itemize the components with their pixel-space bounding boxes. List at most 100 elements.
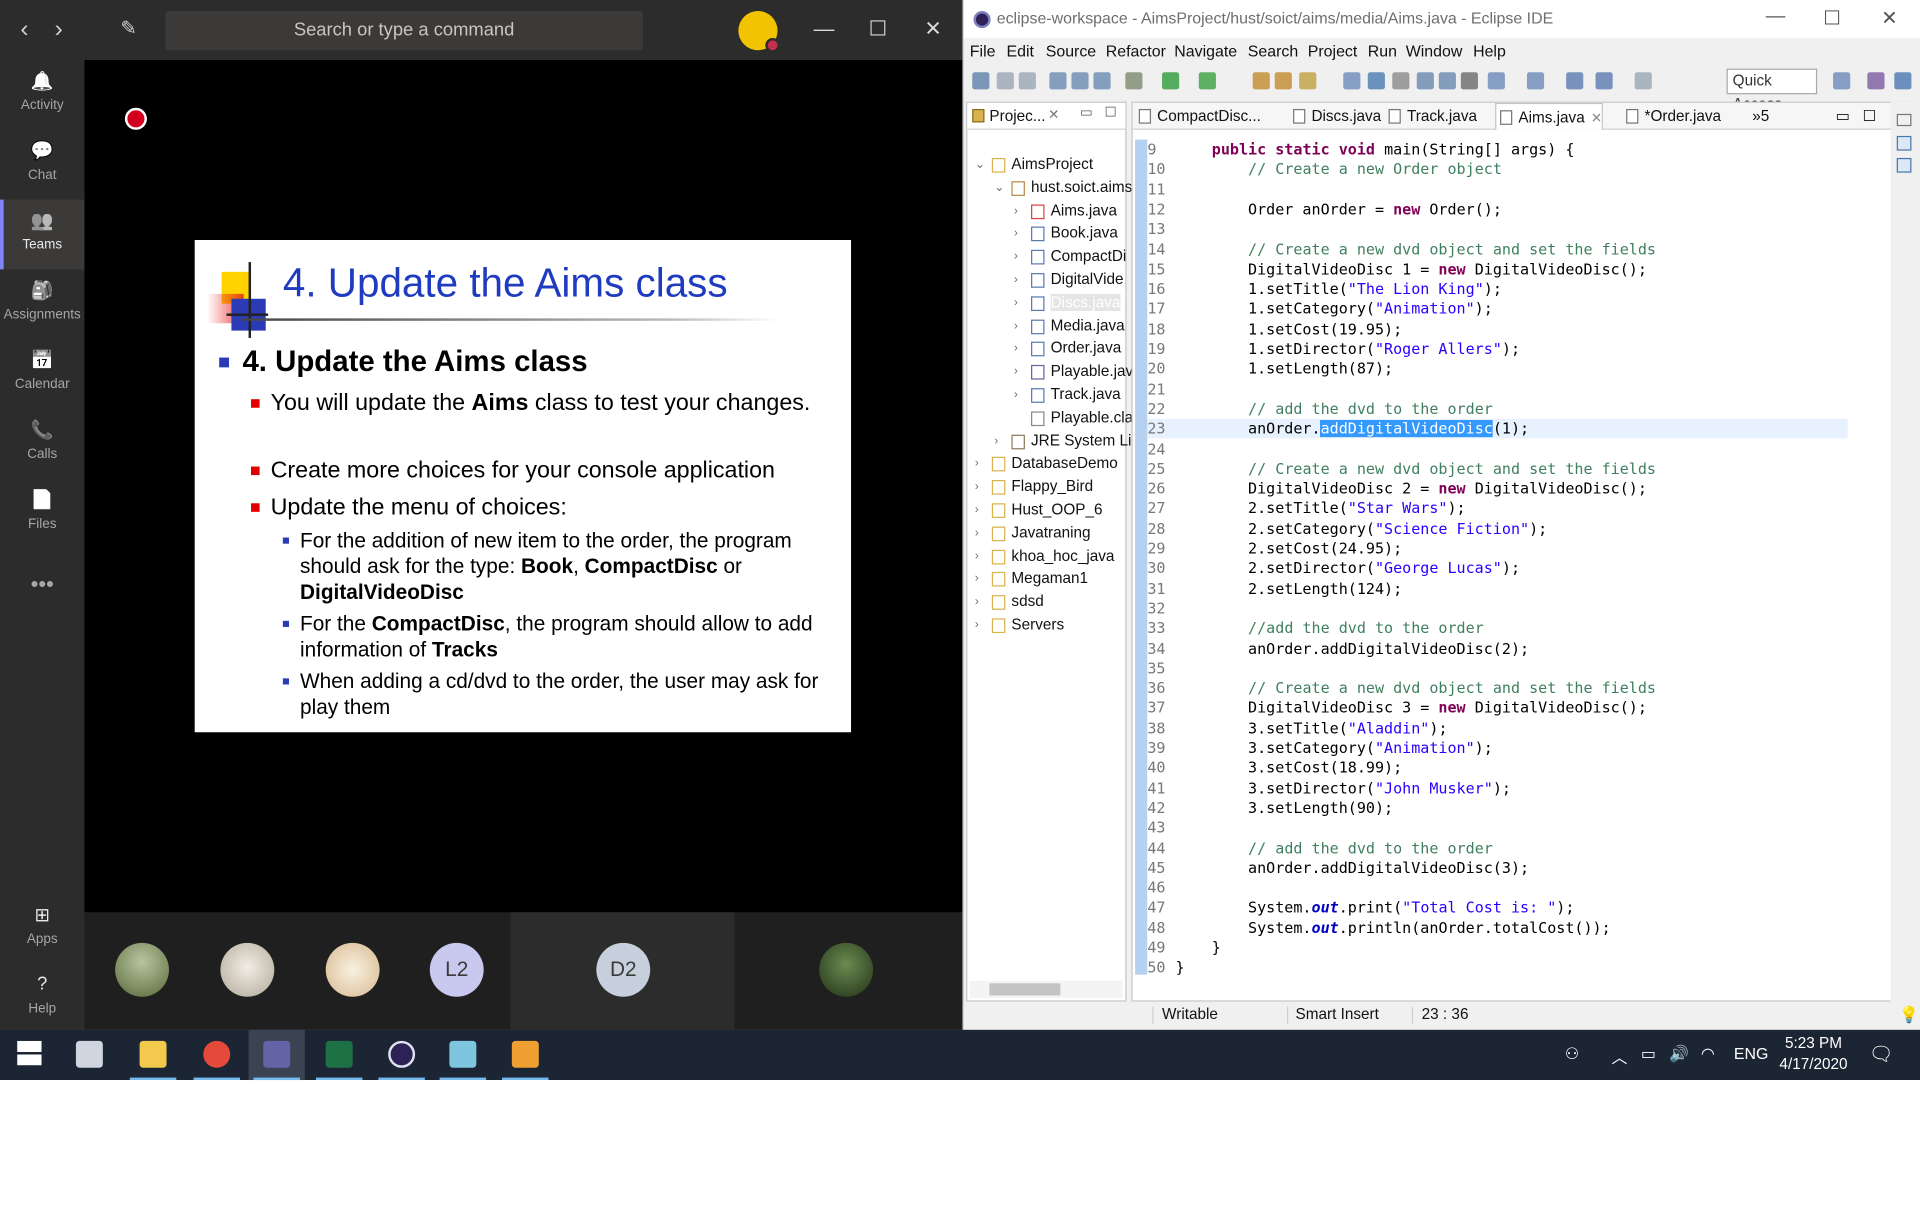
participant-avatar[interactable]	[220, 942, 275, 997]
taskbar-app[interactable]	[61, 1030, 117, 1080]
search-icon[interactable]	[1093, 72, 1111, 90]
java-perspective-icon[interactable]	[1867, 72, 1885, 90]
toggle-breadcrumb-icon[interactable]	[1343, 72, 1361, 90]
rail-item-teams[interactable]: 👥 Teams	[0, 199, 85, 270]
code-line[interactable]: 13	[1147, 219, 1847, 239]
expand-arrow-icon[interactable]: ›	[975, 618, 979, 631]
code-area[interactable]: 9 public static void main(String[] args)…	[1147, 139, 1848, 975]
code-line[interactable]: 34 anOrder.addDigitalVideoDisc(2);	[1147, 639, 1847, 659]
code-line[interactable]: 17 1.setCategory("Animation");	[1147, 299, 1847, 319]
block-select-icon[interactable]	[1392, 72, 1410, 90]
code-line[interactable]: 35	[1147, 659, 1847, 679]
next-edit-icon[interactable]	[1487, 72, 1505, 90]
open-project-icon[interactable]	[1274, 72, 1292, 90]
code-line[interactable]: 29 2.setCost(24.95);	[1147, 539, 1847, 559]
participant-avatar-d2[interactable]: D2	[596, 942, 651, 997]
code-line[interactable]: 31 2.setLength(124);	[1147, 579, 1847, 599]
expand-arrow-icon[interactable]: ›	[1014, 227, 1018, 240]
tab-aims-java[interactable]: Aims.java ✕	[1495, 102, 1604, 130]
expand-arrow-icon[interactable]: ›	[975, 503, 979, 516]
code-line[interactable]: 20 1.setLength(87);	[1147, 359, 1847, 379]
close-icon[interactable]: ✕	[917, 15, 949, 44]
forward-icon[interactable]: ›	[47, 15, 71, 44]
tip-lightbulb-icon[interactable]: 💡	[1899, 1005, 1919, 1025]
save-icon[interactable]	[996, 72, 1014, 90]
taskbar-app[interactable]	[189, 1030, 245, 1081]
people-icon[interactable]: ⚇	[1565, 1044, 1579, 1064]
system-clock[interactable]: 5:23 PM 4/17/2020	[1766, 1033, 1862, 1075]
scrollbar-thumb[interactable]	[989, 983, 1061, 996]
code-line[interactable]: 39 3.setCategory("Animation");	[1147, 738, 1847, 758]
taskbar-app[interactable]	[125, 1030, 181, 1081]
menu-navigate[interactable]: Navigate	[1174, 42, 1237, 60]
outline-view-icon[interactable]	[1896, 135, 1912, 151]
code-line[interactable]: 27 2.setTitle("Star Wars");	[1147, 499, 1847, 519]
wifi-icon[interactable]: ◠	[1701, 1044, 1715, 1064]
rail-item-apps[interactable]: ⊞ Apps	[0, 894, 84, 964]
minimize-icon[interactable]: —	[1761, 6, 1790, 28]
code-line[interactable]: 25 // Create a new dvd object and set th…	[1147, 459, 1847, 479]
expand-arrow-icon[interactable]: ›	[1014, 319, 1018, 332]
taskbar-app[interactable]	[311, 1030, 367, 1081]
pen-icon[interactable]	[1299, 72, 1317, 90]
code-line[interactable]: 44 // add the dvd to the order	[1147, 838, 1847, 858]
taskbar-app[interactable]	[435, 1030, 491, 1081]
close-icon[interactable]: ✕	[1875, 6, 1904, 30]
code-line[interactable]: 22 // add the dvd to the order	[1147, 399, 1847, 419]
code-line[interactable]: 46	[1147, 878, 1847, 898]
code-line[interactable]: 36 // Create a new dvd object and set th…	[1147, 678, 1847, 698]
restore-icon[interactable]	[1896, 113, 1912, 127]
new-icon[interactable]	[972, 72, 990, 90]
rail-item-files[interactable]: 📄 Files	[0, 479, 84, 549]
expand-arrow-icon[interactable]: ›	[994, 434, 998, 447]
maximize-icon[interactable]: ☐	[1817, 6, 1846, 30]
expand-arrow-icon[interactable]: ›	[1014, 388, 1018, 401]
run-icon[interactable]	[1162, 72, 1180, 90]
code-line[interactable]: 30 2.setDirector("George Lucas");	[1147, 559, 1847, 579]
minimize-icon[interactable]: —	[808, 15, 840, 44]
code-line[interactable]: 47 System.out.print("Total Cost is: ");	[1147, 898, 1847, 918]
expand-arrow-icon[interactable]: ›	[975, 549, 979, 562]
menu-source[interactable]: Source	[1046, 42, 1096, 60]
next-annotation-icon[interactable]	[1416, 72, 1434, 90]
tab-track-java[interactable]: Track.java	[1385, 103, 1477, 130]
code-line[interactable]: 42 3.setLength(90);	[1147, 798, 1847, 818]
rail-item-assignments[interactable]: 🎒 Assignments	[0, 269, 84, 339]
tab-discs-java[interactable]: Discs.java	[1289, 103, 1381, 130]
tabs-overflow[interactable]: »5	[1752, 103, 1769, 130]
open-folder-icon[interactable]	[1252, 72, 1270, 90]
prev-annotation-icon[interactable]	[1438, 72, 1456, 90]
code-line[interactable]: 18 1.setCost(19.95);	[1147, 319, 1847, 339]
open-type-icon[interactable]	[1049, 72, 1067, 90]
run-coverage-icon[interactable]	[1198, 72, 1216, 90]
taskbar-app[interactable]	[497, 1030, 553, 1081]
maximize-view-icon[interactable]: ☐	[1862, 103, 1876, 130]
tab-compactdisc[interactable]: CompactDisc...	[1135, 103, 1261, 130]
menu-window[interactable]: Window	[1406, 42, 1463, 60]
code-line[interactable]: 14 // Create a new dvd object and set th…	[1147, 239, 1847, 259]
minimize-view-icon[interactable]: ▭	[1836, 103, 1850, 130]
code-line[interactable]: 16 1.setTitle("The Lion King");	[1147, 279, 1847, 299]
collapse-arrow-icon[interactable]: ⌄	[975, 158, 985, 171]
code-line[interactable]: 15 DigitalVideoDisc 1 = new DigitalVideo…	[1147, 259, 1847, 279]
code-line[interactable]: 26 DigitalVideoDisc 2 = new DigitalVideo…	[1147, 479, 1847, 499]
code-line[interactable]: 28 2.setCategory("Science Fiction");	[1147, 519, 1847, 539]
expand-arrow-icon[interactable]: ›	[975, 526, 979, 539]
code-line[interactable]: 24	[1147, 439, 1847, 459]
close-tab-icon[interactable]: ✕	[1591, 111, 1602, 126]
participant-avatar[interactable]	[819, 942, 874, 997]
quick-access-input[interactable]: Quick Access	[1726, 68, 1818, 113]
tab-order-java[interactable]: *Order.java	[1622, 103, 1721, 130]
rail-item-help[interactable]: ? Help	[0, 964, 84, 1034]
maximize-view-icon[interactable]: ☐	[1104, 104, 1116, 120]
forward-icon[interactable]	[1634, 72, 1652, 90]
menu-edit[interactable]: Edit	[1007, 42, 1034, 60]
debug-perspective-icon[interactable]	[1894, 72, 1912, 90]
code-line[interactable]: 21	[1147, 379, 1847, 399]
collapse-arrow-icon[interactable]: ⌄	[994, 181, 1004, 194]
expand-arrow-icon[interactable]: ›	[975, 457, 979, 470]
back-history-icon[interactable]	[1595, 72, 1613, 90]
minimize-view-icon[interactable]: ▭	[1080, 104, 1093, 120]
menu-project[interactable]: Project	[1308, 42, 1358, 60]
expand-arrow-icon[interactable]: ›	[975, 572, 979, 585]
